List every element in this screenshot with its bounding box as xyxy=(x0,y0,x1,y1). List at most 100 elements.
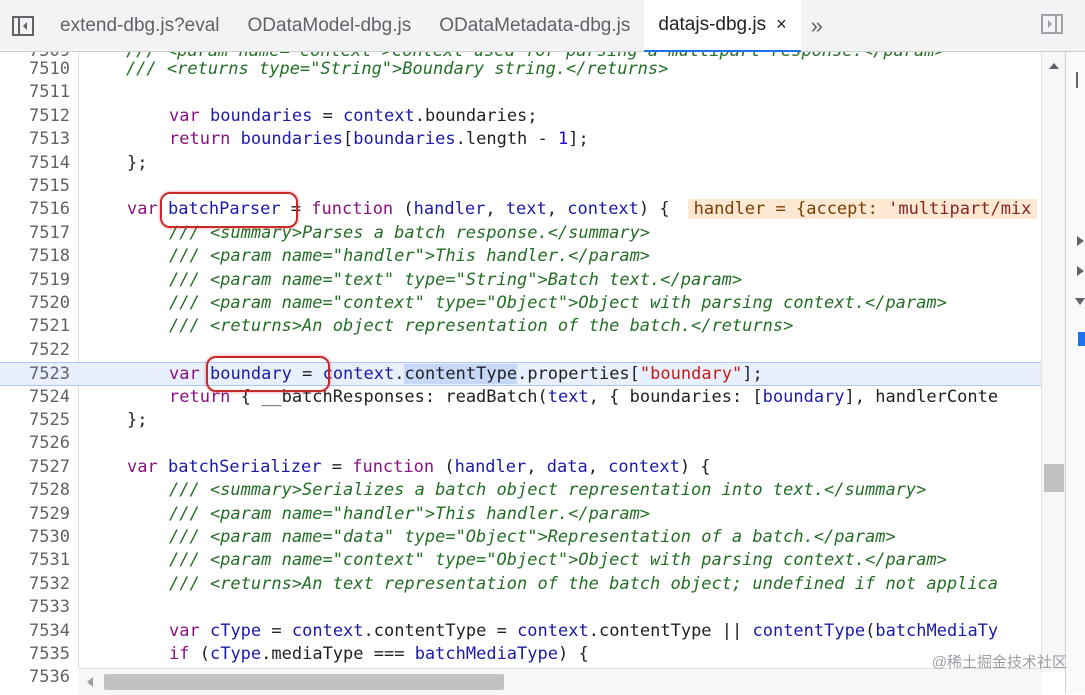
code-line: 7514}; xyxy=(0,152,1041,175)
code-line: 7518 /// <param name="handler">This handl… xyxy=(0,245,1041,268)
code-line: 7530 /// <param name="data" type="Object"… xyxy=(0,526,1041,549)
tab-datajs-dbg[interactable]: datajs-dbg.js × xyxy=(644,0,801,52)
line-number[interactable]: 7525 xyxy=(0,409,70,432)
code-line: 7534 var cType = context.contentType = co… xyxy=(0,620,1041,643)
more-tabs-icon[interactable]: » xyxy=(811,13,823,39)
collapse-arrow-icon xyxy=(1075,298,1085,305)
line-number[interactable]: 7517 xyxy=(0,222,70,245)
line-number[interactable]: 7532 xyxy=(0,573,70,596)
code-text: /// <returns type="String">Boundary stri… xyxy=(85,59,669,79)
line-number[interactable]: 7510 xyxy=(0,58,70,81)
watermark: @稀土掘金技术社区 xyxy=(931,654,1067,671)
code-line: 7526 xyxy=(0,432,1041,455)
line-number[interactable]: 7523 xyxy=(0,363,70,386)
highlight-circle-boundary xyxy=(206,356,330,392)
tab-extend-dbg[interactable]: extend-dbg.js?eval xyxy=(46,0,234,52)
code-text: var cType = context.contentType = contex… xyxy=(169,620,999,641)
highlight-circle-batchparser xyxy=(160,192,298,228)
breakpoint-marker xyxy=(1078,332,1085,346)
tab-label: datajs-dbg.js xyxy=(658,13,767,35)
line-number[interactable]: 7512 xyxy=(0,105,70,128)
horizontal-scrollbar[interactable] xyxy=(78,668,1041,695)
code-text: /// <param name="handler">This handler.<… xyxy=(169,503,651,524)
code-line: 7528 /// <summary>Serializes a batch obje… xyxy=(0,479,1041,502)
line-number[interactable]: 7535 xyxy=(0,643,70,666)
scroll-up-icon xyxy=(1049,63,1059,69)
code-line: 7531 /// <param name="context" type="Obje… xyxy=(0,549,1041,572)
line-number[interactable]: 7528 xyxy=(0,479,70,502)
code-text: var batchSerializer = function (handler,… xyxy=(127,456,711,477)
line-number[interactable]: 7522 xyxy=(0,339,70,362)
toggle-navigator-icon[interactable] xyxy=(0,0,46,52)
code-text: /// <param name="context" type="Object">… xyxy=(169,293,947,313)
code-text: /// <param name="text" type="String">Bat… xyxy=(169,269,743,290)
code-line: 7521 /// <returns>An object representatio… xyxy=(0,315,1041,338)
line-number[interactable]: 7530 xyxy=(0,526,70,549)
code-line: 7527 var batchSerializer = function (hand… xyxy=(0,456,1041,479)
code-text: }; xyxy=(127,152,148,173)
current-execution-line: 7523 var boundary = context.contentType.p… xyxy=(0,362,1041,386)
editor-tab-bar: extend-dbg.js?eval ODataModel-dbg.js ODa… xyxy=(0,0,1085,52)
code-line: 7512 var boundaries = context.boundaries; xyxy=(0,105,1041,128)
code-line: 7529 /// <param name="handler">This handl… xyxy=(0,503,1041,526)
tab-label: ODataMetadata-dbg.js xyxy=(439,14,631,36)
code-text: /// <returns>An object representation of… xyxy=(169,316,794,337)
code-line: 7515 xyxy=(0,175,1041,198)
tab-label: extend-dbg.js?eval xyxy=(60,14,220,36)
line-number[interactable]: 7516 xyxy=(0,198,70,221)
line-number[interactable]: 7536 xyxy=(0,666,70,689)
code-text: /// <summary>Serializes a batch object r… xyxy=(169,480,927,501)
line-number[interactable]: 7521 xyxy=(0,315,70,338)
expand-arrow-icon xyxy=(1077,236,1084,246)
inline-value-preview[interactable]: handler = {accept: 'multipart/mix xyxy=(687,199,1038,220)
code-text: return boundaries[boundaries.length - 1]… xyxy=(169,129,589,150)
line-number[interactable]: 7514 xyxy=(0,152,70,175)
line-number[interactable]: 7520 xyxy=(0,292,70,315)
code-line: 7532 /// <returns>An text representation … xyxy=(0,573,1041,596)
selected-token: contentType xyxy=(404,364,518,385)
debugger-sidebar-edge xyxy=(1065,52,1085,694)
line-number[interactable]: 7529 xyxy=(0,503,70,526)
code-line: 7516 var batchParser = function (handler,… xyxy=(0,198,1041,221)
vertical-scrollbar[interactable] xyxy=(1041,52,1066,672)
code-line: 7510 /// <returns type="String">Boundary… xyxy=(0,58,1041,81)
code-line: 7535 if (cType.mediaType === batchMediaTy… xyxy=(0,643,1041,666)
code-line: 7520 /// <param name="context" type="Obje… xyxy=(0,292,1041,315)
line-number[interactable]: 7524 xyxy=(0,386,70,409)
code-text: var boundaries = context.boundaries; xyxy=(169,105,538,126)
code-text: if (cType.mediaType === batchMediaType) … xyxy=(169,644,589,664)
scrollbar-thumb[interactable] xyxy=(1044,464,1064,492)
code-line: 7533 xyxy=(0,596,1041,619)
code-line: 7522 xyxy=(0,339,1041,362)
code-line: 7519 /// <param name="text" type="String"… xyxy=(0,269,1041,292)
close-tab-icon[interactable]: × xyxy=(776,14,787,35)
code-line: 7517/// <summary>Parses a batch response… xyxy=(0,222,1041,245)
code-line: 7524 return { __batchResponses: readBatch… xyxy=(0,386,1041,409)
code-text: }; xyxy=(127,410,148,430)
line-number[interactable]: 7515 xyxy=(0,175,70,198)
scroll-left-icon xyxy=(87,677,93,687)
line-number[interactable]: 7533 xyxy=(0,596,70,619)
line-number[interactable]: 7513 xyxy=(0,128,70,151)
tab-odatamodel-dbg[interactable]: ODataModel-dbg.js xyxy=(234,0,426,52)
code-text: /// <param name="data" type="Object">Rep… xyxy=(169,527,896,547)
code-text: /// <param name="handler">This handler.<… xyxy=(169,246,651,267)
code-text: /// <param name="context" type="Object">… xyxy=(169,550,947,571)
code-text: /// <returns>An text representation of t… xyxy=(169,573,999,594)
code-line: 7511 xyxy=(0,81,1041,104)
toggle-debugger-icon[interactable] xyxy=(1041,14,1063,39)
line-number[interactable]: 7511 xyxy=(0,81,70,104)
code-line: 7513 return boundaries[boundaries.length … xyxy=(0,128,1041,151)
line-number[interactable]: 7526 xyxy=(0,432,70,455)
line-number[interactable]: 7534 xyxy=(0,620,70,643)
tab-odatametadata-dbg[interactable]: ODataMetadata-dbg.js xyxy=(425,0,644,52)
line-number[interactable]: 7519 xyxy=(0,269,70,292)
code-line: 7525}; xyxy=(0,409,1041,432)
scrollbar-thumb[interactable] xyxy=(104,674,504,690)
line-number[interactable]: 7527 xyxy=(0,456,70,479)
line-number[interactable]: 7531 xyxy=(0,549,70,572)
code-editor[interactable]: 7509 /// <param name="context">Context u… xyxy=(0,52,1041,694)
expand-arrow-icon xyxy=(1077,266,1084,276)
line-number[interactable]: 7518 xyxy=(0,245,70,268)
tab-label: ODataModel-dbg.js xyxy=(247,14,412,36)
